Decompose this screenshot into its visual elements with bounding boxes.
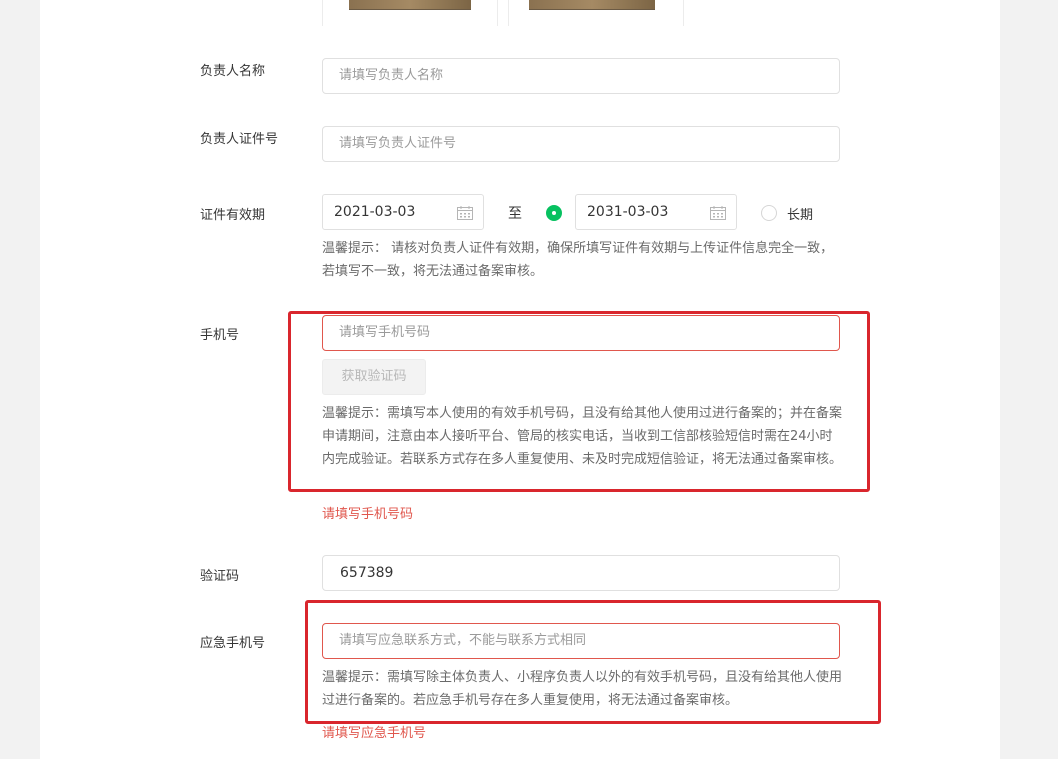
end-date-picker[interactable]: 2031-03-03: [575, 194, 737, 230]
id-photo-back-image: [529, 0, 655, 10]
manager-id-input[interactable]: 请填写负责人证件号: [322, 126, 840, 162]
annotation-highlight-box: [288, 311, 870, 492]
long-term-label: 长期: [787, 208, 814, 223]
emergency-phone-error: 请填写应急手机号: [322, 726, 427, 741]
phone-label: 手机号: [200, 328, 240, 343]
manager-id-label: 负责人证件号: [200, 132, 279, 147]
id-photo-back-card[interactable]: [508, 0, 684, 26]
end-date-value: 2031-03-03: [587, 204, 669, 220]
validity-label: 证件有效期: [200, 208, 266, 223]
validity-hint: 温馨提示： 请核对负责人证件有效期，确保所填写证件有效期与上传证件信息完全一致，…: [322, 241, 834, 279]
id-photo-front-card[interactable]: [322, 0, 498, 26]
verify-code-input[interactable]: 657389: [322, 555, 840, 591]
end-date-radio[interactable]: [546, 205, 562, 221]
phone-error: 请填写手机号码: [322, 507, 414, 522]
manager-name-label: 负责人名称: [200, 64, 266, 79]
id-photo-front-image: [349, 0, 471, 10]
long-term-radio[interactable]: [761, 205, 777, 221]
start-date-picker[interactable]: 2021-03-03: [322, 194, 484, 230]
annotation-highlight-box: [305, 600, 881, 724]
manager-name-input[interactable]: 请填写负责人名称: [322, 58, 840, 94]
date-range-separator: 至: [508, 206, 522, 222]
emergency-phone-label: 应急手机号: [200, 636, 266, 651]
start-date-value: 2021-03-03: [334, 204, 416, 220]
calendar-icon: [457, 206, 473, 220]
calendar-icon: [710, 206, 726, 220]
verify-code-label: 验证码: [200, 569, 240, 584]
